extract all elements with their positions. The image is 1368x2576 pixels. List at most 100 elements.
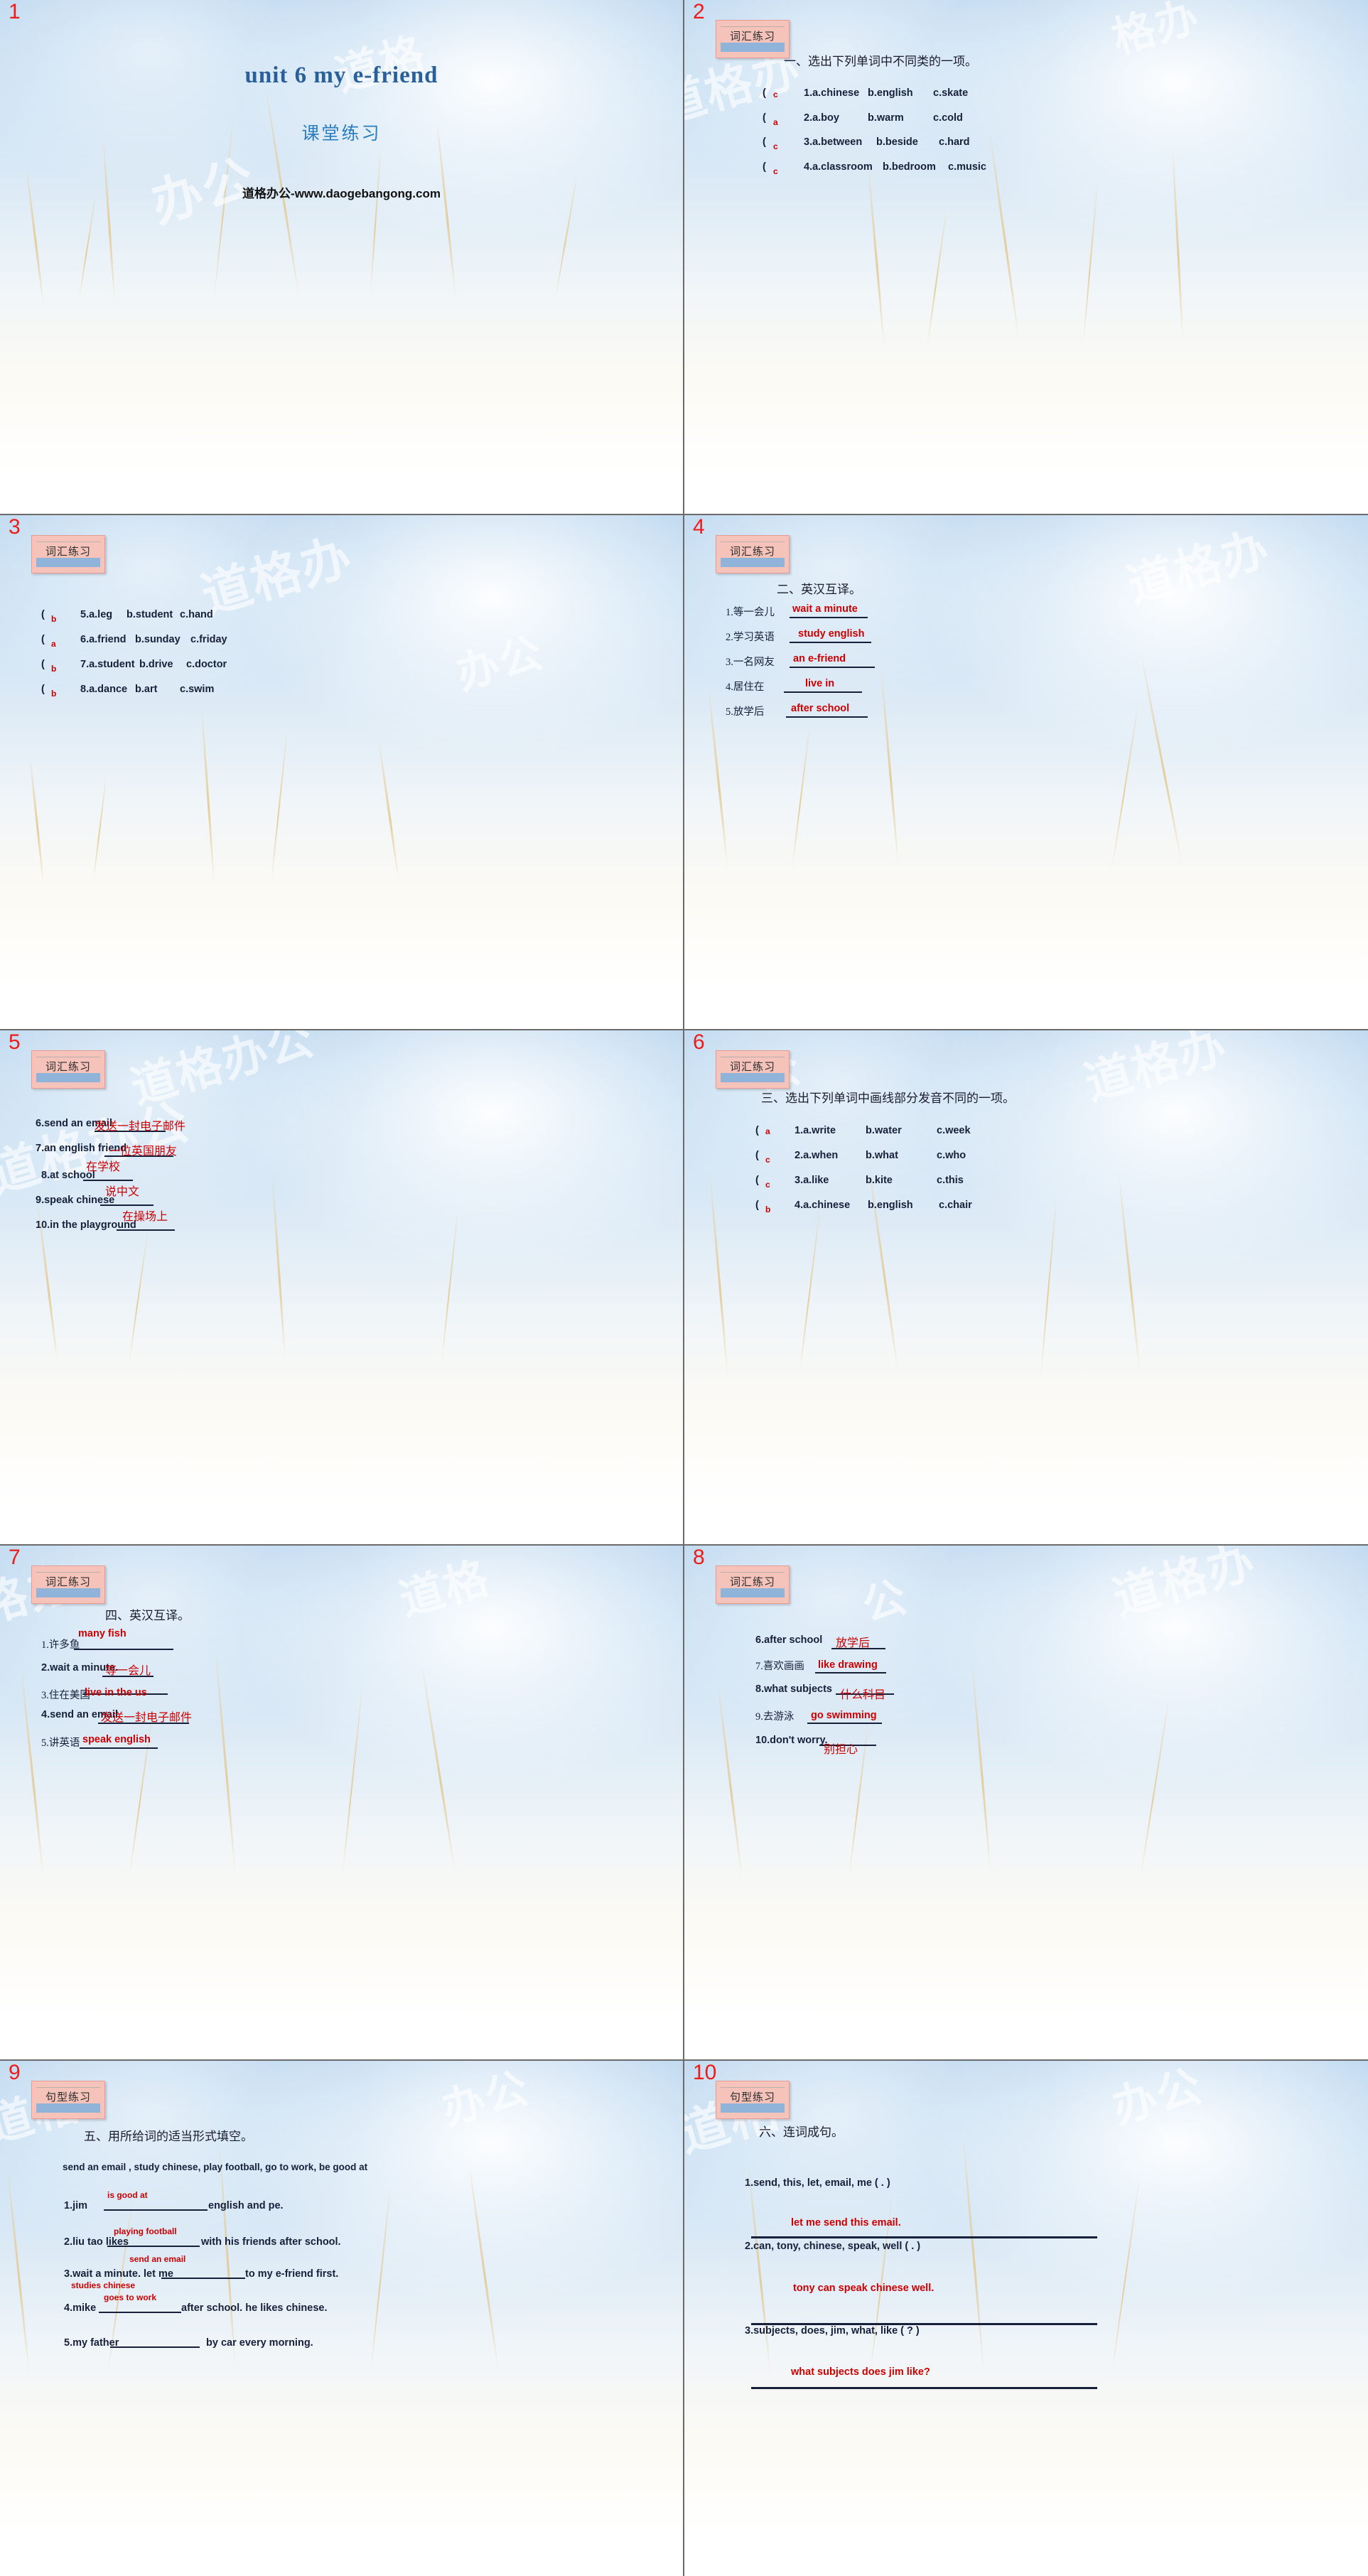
option-a: 4.a.classroom [804,161,873,173]
answer: like drawing [818,1659,878,1671]
answer: an e-friend [793,653,846,664]
option-b: b.what [866,1150,898,1161]
answer: goes to work [104,2292,157,2302]
answer: 说中文 [105,1186,140,1198]
section-tag-label: 句型练习 [729,2092,775,2103]
answer-letter: b [765,1205,771,1214]
answer-letter: a [773,117,778,127]
slide-9: 道格 办公 9 句型练习 五、用所给词的适当形式填空。 send an emai… [0,2061,684,2576]
slide-number: 4 [693,515,705,539]
slide-5: 道格办公 道格办公 5 词汇练习 6.send an email 发送一封电子邮… [0,1030,684,1546]
question-heading: 一、选出下列单词中不同类的一项。 [784,55,977,68]
slide-number: 2 [693,0,705,23]
page-subtitle: 课堂练习 [301,124,382,144]
slide-number: 1 [9,0,21,23]
answer: 一位英国朋友 [109,1146,178,1158]
prompt-post: english and pe. [208,2200,284,2211]
answer: many fish [78,1628,126,1639]
answer-letter: c [765,1180,770,1190]
answer: playing football [114,2226,177,2236]
slide-number: 7 [9,1546,21,1569]
slide-number: 10 [693,2061,717,2084]
prompt: 10.don't worry. [755,1735,828,1746]
slide-3: 道格办 办公 3 词汇练习 ( b 5.a.leg b.student c.ha… [0,515,684,1030]
prompt-post: to my e-friend first. [245,2268,339,2280]
prompt-post: by car every morning. [206,2337,313,2349]
prompt: 2.can, tony, chinese, speak, well ( . ) [745,2241,921,2252]
slide-2: 格办 道格办 2 词汇练习 一、选出下列单词中不同类的一项。 ( c 1.a.c… [684,0,1368,515]
option-c: c.doctor [186,659,227,670]
answer-letter: c [773,166,778,176]
answer: study english [798,628,865,640]
option-a: 6.a.friend [80,634,126,645]
slide-7: 格办 道格 7 词汇练习 四、英汉互译。 1.许多鱼 many fish 2.w… [0,1546,684,2061]
option-c: c.swim [180,684,215,695]
prompt: 5.讲英语 [41,1737,80,1749]
section-tag-label: 句型练习 [45,2092,91,2103]
answer: go swimming [811,1710,877,1721]
section-tag: 词汇练习 [31,1050,105,1089]
answer: 发送一封电子邮件 [101,1712,193,1724]
section-tag: 词汇练习 [716,535,790,573]
answer: live in [805,678,835,689]
answer-letter: b [51,614,57,624]
prompt-pre: 3.wait a minute. let me [64,2268,173,2280]
answer-letter: c [773,141,778,151]
answer: what subjects does jim like? [791,2366,930,2378]
answer-letter: a [51,639,56,649]
answer: 在学校 [86,1161,121,1173]
slide-number: 8 [693,1546,705,1569]
brand-watermark-text: 道格办公-www.daogebangong.com [242,187,441,200]
answer: wait a minute [792,603,858,615]
prompt: 3.一名网友 [726,657,775,668]
answer: is good at [107,2190,148,2200]
answer: send an email [129,2254,186,2264]
answer: 别担心 [824,1744,858,1756]
section-tag: 词汇练习 [716,1565,790,1604]
prompt-post: with his friends after school. [201,2236,341,2248]
answer: studies chinese [71,2280,136,2290]
answer-letter: c [765,1155,770,1165]
answer-letter: b [51,664,57,674]
option-b: b.art [135,684,158,695]
question-heading: 三、选出下列单词中画线部分发音不同的一项。 [761,1092,1015,1105]
question-heading: 六、连词成句。 [759,2125,844,2139]
option-c: c.friday [190,634,227,645]
answer: speak english [82,1734,151,1745]
answer: live in the us [85,1687,147,1698]
section-tag: 句型练习 [716,2081,790,2119]
answer-letter: b [51,689,57,699]
prompt: 1.等一会儿 [726,607,775,618]
option-b: b.sunday [135,634,181,645]
answer-letter: a [765,1126,770,1136]
section-tag-label: 词汇练习 [45,1577,91,1588]
slide-grid: 道格 办公 1 unit 6 my e-friend 课堂练习 道格办公-www… [0,0,1368,2576]
option-c: c.this [937,1175,964,1186]
answer-letter: c [773,90,778,99]
option-b: b.drive [139,659,173,670]
answer: 在操场上 [122,1211,168,1223]
section-tag: 句型练习 [31,2081,105,2119]
option-c: c.chair [939,1200,972,1211]
slide-1: 道格 办公 1 unit 6 my e-friend 课堂练习 道格办公-www… [0,0,684,515]
section-tag: 词汇练习 [31,1565,105,1604]
prompt: 9.去游泳 [755,1711,795,1723]
option-a: 1.a.chinese [804,87,860,99]
section-tag-label: 词汇练习 [729,31,775,43]
slide-number: 6 [693,1030,705,1054]
question-heading: 五、用所给词的适当形式填空。 [84,2130,253,2143]
prompt: 7.喜欢画画 [755,1661,804,1672]
option-a: 2.a.when [795,1150,839,1161]
slide-8: 道格办 公 8 词汇练习 6.after school 放学后 7.喜欢画画 l… [684,1546,1368,2061]
word-bank: send an email , study chinese, play foot… [63,2162,368,2172]
option-b: b.english [868,87,913,99]
option-c: c.who [937,1150,966,1161]
option-b: b.bedroom [883,161,936,173]
option-a: 2.a.boy [804,112,839,124]
option-c: c.week [937,1125,971,1136]
option-c: c.hard [939,136,970,148]
option-a: 5.a.leg [80,609,113,620]
section-tag-label: 词汇练习 [729,1577,775,1588]
prompt: 2.学习英语 [726,632,775,643]
slide-4: 道格办 4 词汇练习 二、英汉互译。 1.等一会儿 wait a minute … [684,515,1368,1030]
